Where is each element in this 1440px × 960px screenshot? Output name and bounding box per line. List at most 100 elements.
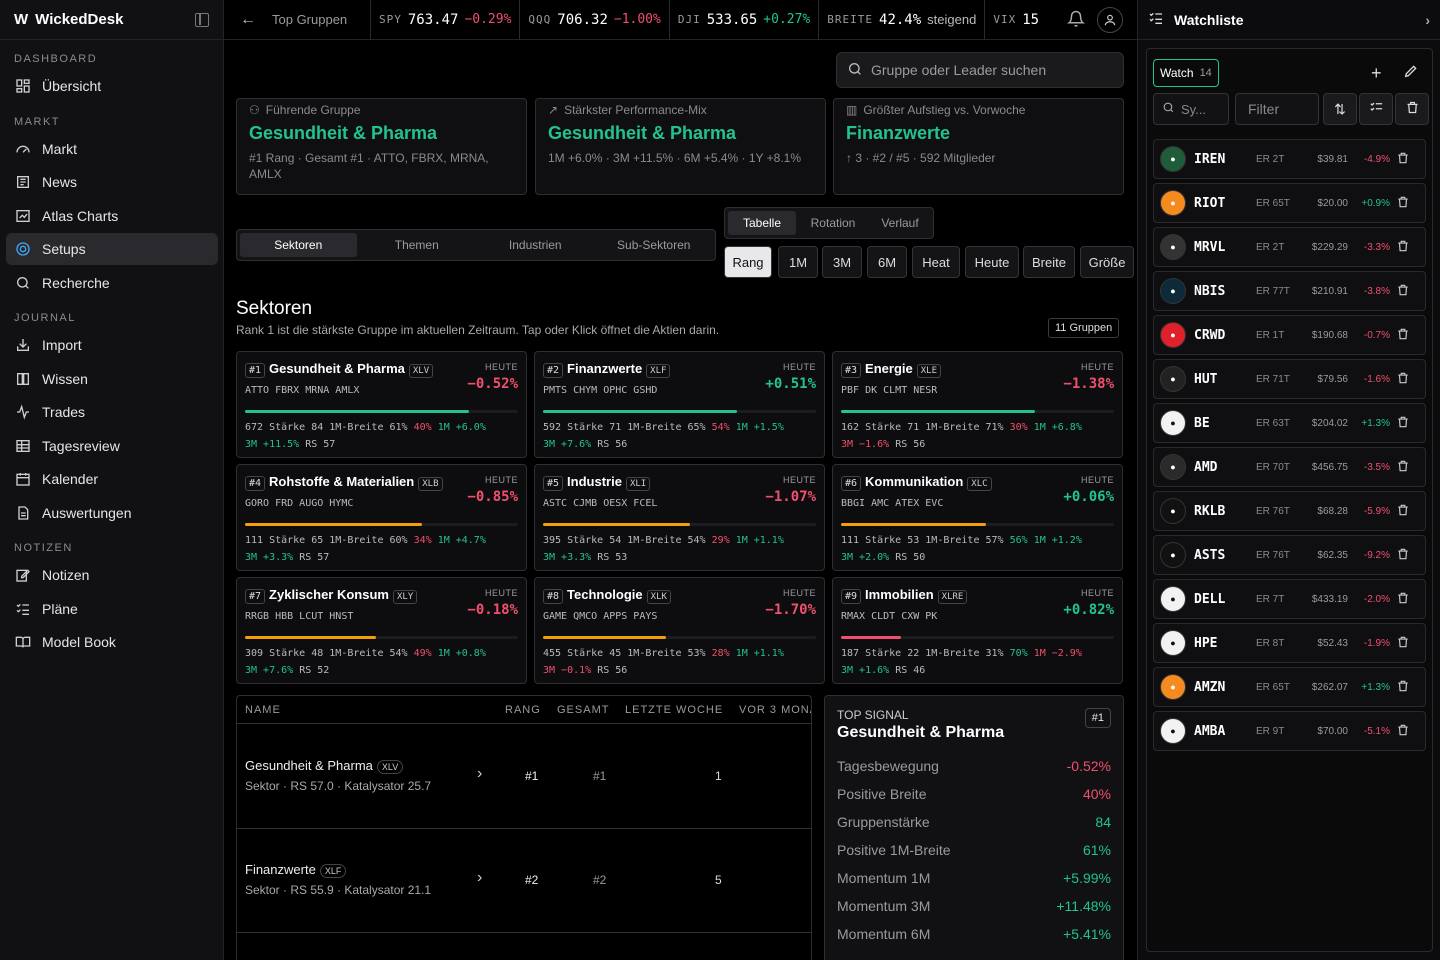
view-tab-tabelle[interactable]: Tabelle [728, 211, 796, 235]
sidebar-item-kalender[interactable]: Kalender [6, 463, 218, 495]
segment-tab-industrien[interactable]: Industrien [477, 233, 594, 257]
watchlist-item[interactable]: ● MRVL ER 2T $229.29 -3.3% [1153, 227, 1426, 267]
trash-icon[interactable] [1396, 415, 1410, 432]
watchlist-item[interactable]: ● NBIS ER 77T $210.91 -3.8% [1153, 271, 1426, 311]
group-card[interactable]: #4 Rohstoffe & Materialien XLB GORO FRD AU… [236, 464, 527, 571]
segment-tab-sektoren[interactable]: Sektoren [240, 233, 357, 257]
trash-icon[interactable] [1396, 503, 1410, 520]
watchlist-tab[interactable]: Watch 14 [1153, 59, 1219, 87]
chevron-right-icon[interactable]: › [1425, 12, 1430, 28]
sidebar-item-notizen[interactable]: Notizen [6, 559, 218, 591]
sidebar-item-trades[interactable]: Trades [6, 396, 218, 428]
sort-chip-breite[interactable]: Breite [1023, 246, 1075, 278]
sort-chip-6m[interactable]: 6M [867, 246, 907, 278]
watchlist-item[interactable]: ● BE ER 63T $204.02 +1.3% [1153, 403, 1426, 443]
trash-icon[interactable] [1396, 327, 1410, 344]
sidebar-item-recherche[interactable]: Recherche [6, 267, 218, 299]
trash-icon[interactable] [1396, 547, 1410, 564]
table-header[interactable]: VOR 3 MONA [739, 704, 811, 716]
group-card[interactable]: #8 Technologie XLK GAME QMCO APPS PAYS HEU… [534, 577, 825, 684]
sidebar-item-news[interactable]: News [6, 166, 218, 198]
segment-tab-themen[interactable]: Themen [359, 233, 476, 257]
symbol-search-input[interactable]: Sy... [1153, 93, 1229, 125]
highlight-card[interactable]: ↗ Stärkster Performance-Mix Gesundheit & P… [535, 98, 826, 195]
trash-icon[interactable] [1396, 723, 1410, 740]
table-row[interactable]: Finanzwerte XLF Sektor · RS 55.9 · Kataly… [237, 829, 811, 933]
highlight-card[interactable]: ▥ Größter Aufstieg vs. Vorwoche Finanzwert… [833, 98, 1124, 195]
collapse-sidebar-icon[interactable] [195, 12, 209, 27]
highlight-card[interactable]: ⚇ Führende Gruppe Gesundheit & Pharma #1 Ra… [236, 98, 527, 195]
group-card[interactable]: #3 Energie XLE PBF DK CLMT NESR HEUTE −1.3… [832, 351, 1123, 458]
group-card[interactable]: #9 Immobilien XLRE RMAX CLDT CXW PK HEUTE … [832, 577, 1123, 684]
chevron-right-icon[interactable]: › [477, 869, 482, 887]
trash-icon[interactable] [1396, 635, 1410, 652]
trash-icon[interactable] [1396, 371, 1410, 388]
sort-button[interactable]: ⇅ [1323, 93, 1357, 125]
delete-list-button[interactable] [1395, 93, 1429, 125]
edit-icon[interactable] [1403, 63, 1419, 82]
sort-chip-rang[interactable]: Rang [724, 246, 772, 278]
group-card[interactable]: #6 Kommunikation XLC BBGI AMC ATEX EVC HEU… [832, 464, 1123, 571]
ticker-dji[interactable]: DJI 533.65 +0.27% [668, 0, 818, 40]
checklist-button[interactable] [1359, 93, 1393, 125]
sidebar-item-pläne[interactable]: Pläne [6, 593, 218, 625]
group-card[interactable]: #7 Zyklischer Konsum XLY RRGB HBB LCUT HNS… [236, 577, 527, 684]
group-card[interactable]: #2 Finanzwerte XLF PMTS CHYM OPHC GSHD HEU… [534, 351, 825, 458]
trash-icon[interactable] [1396, 679, 1410, 696]
table-header[interactable]: LETZTE WOCHE [625, 704, 723, 716]
watchlist-item[interactable]: ● RKLB ER 76T $68.28 -5.9% [1153, 491, 1426, 531]
chevron-right-icon[interactable]: › [477, 765, 482, 783]
sidebar-item-tagesreview[interactable]: Tagesreview [6, 430, 218, 462]
sidebar-item-import[interactable]: Import [6, 329, 218, 361]
group-card[interactable]: #5 Industrie XLI ASTC CJMB OESX FCEL HEUTE… [534, 464, 825, 571]
sort-chip-größe[interactable]: Größe [1080, 246, 1134, 278]
sort-chip-3m[interactable]: 3M [822, 246, 862, 278]
group-card[interactable]: #1 Gesundheit & Pharma XLV ATTO FBRX MRNA … [236, 351, 527, 458]
table-header[interactable]: NAME [245, 704, 281, 716]
ticker-vix[interactable]: VIX 15 [984, 0, 1053, 40]
sidebar-item-auswertungen[interactable]: Auswertungen [6, 497, 218, 529]
sidebar-item-übersicht[interactable]: Übersicht [6, 70, 218, 102]
segment-tab-sub-sektoren[interactable]: Sub-Sektoren [596, 233, 713, 257]
view-tab-verlauf[interactable]: Verlauf [870, 211, 930, 235]
trash-icon[interactable] [1396, 283, 1410, 300]
user-avatar-icon[interactable] [1097, 7, 1123, 33]
watchlist-item[interactable]: ● CRWD ER 1T $190.68 -0.7% [1153, 315, 1426, 355]
search-input[interactable] [871, 62, 1111, 78]
group-search[interactable] [836, 52, 1124, 88]
bell-icon[interactable] [1066, 10, 1086, 31]
watchlist-item[interactable]: ● AMD ER 70T $456.75 -3.5% [1153, 447, 1426, 487]
ticker-qqq[interactable]: QQQ 706.32 −1.00% [519, 0, 668, 40]
add-icon[interactable]: + [1371, 63, 1382, 84]
ticker-breite[interactable]: BREITE 42.4% steigend [818, 0, 984, 40]
trash-icon[interactable] [1396, 459, 1410, 476]
watchlist-item[interactable]: ● DELL ER 7T $433.19 -2.0% [1153, 579, 1426, 619]
trash-icon[interactable] [1396, 239, 1410, 256]
sidebar-item-setups[interactable]: Setups [6, 233, 218, 265]
watchlist-item[interactable]: ● HUT ER 71T $79.56 -1.6% [1153, 359, 1426, 399]
trash-icon[interactable] [1396, 151, 1410, 168]
momentum-1m: 1M +4.7% [437, 535, 486, 546]
trash-icon[interactable] [1396, 591, 1410, 608]
table-header[interactable]: RANG [505, 704, 541, 716]
watchlist-item[interactable]: ● RIOT ER 65T $20.00 +0.9% [1153, 183, 1426, 223]
sidebar-item-atlas-charts[interactable]: Atlas Charts [6, 200, 218, 232]
sort-chip-1m[interactable]: 1M [778, 246, 818, 278]
watchlist-item[interactable]: ● IREN ER 2T $39.81 -4.9% [1153, 139, 1426, 179]
table-header[interactable]: GESAMT [557, 704, 609, 716]
sort-chip-heat[interactable]: Heat [912, 246, 960, 278]
watchlist-item[interactable]: ● AMZN ER 65T $262.07 +1.3% [1153, 667, 1426, 707]
sidebar-item-wissen[interactable]: Wissen [6, 363, 218, 395]
watchlist-item[interactable]: ● HPE ER 8T $52.43 -1.9% [1153, 623, 1426, 663]
sort-chip-heute[interactable]: Heute [965, 246, 1019, 278]
watchlist-item[interactable]: ● AMBA ER 9T $70.00 -5.1% [1153, 711, 1426, 751]
watchlist-item[interactable]: ● ASTS ER 76T $62.35 -9.2% [1153, 535, 1426, 575]
sidebar-item-model-book[interactable]: Model Book [6, 626, 218, 658]
trash-icon[interactable] [1396, 195, 1410, 212]
back-arrow-icon[interactable]: ← [224, 11, 272, 29]
ticker-spy[interactable]: SPY 763.47 −0.29% [370, 0, 519, 40]
view-tab-rotation[interactable]: Rotation [798, 211, 868, 235]
table-row[interactable]: Gesundheit & Pharma XLV Sektor · RS 57.0 … [237, 725, 811, 829]
sidebar-item-markt[interactable]: Markt [6, 133, 218, 165]
filter-input[interactable]: Filter [1235, 93, 1319, 125]
